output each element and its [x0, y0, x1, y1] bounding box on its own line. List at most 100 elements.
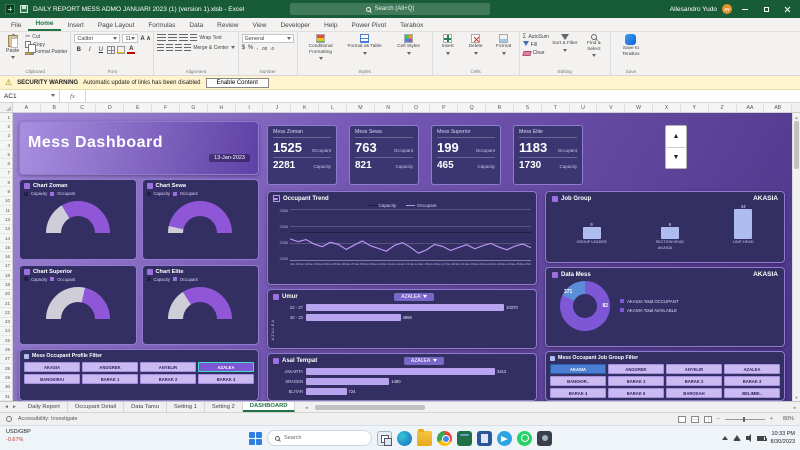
- slicer-item[interactable]: BARAK 2: [666, 376, 722, 386]
- slicer-item[interactable]: BARAK 4: [550, 388, 606, 398]
- column-header[interactable]: Q: [458, 103, 487, 112]
- sheet-nav-left[interactable]: ◄: [4, 404, 9, 410]
- column-header[interactable]: K: [291, 103, 320, 112]
- zoom-out-button[interactable]: −: [717, 416, 720, 422]
- taskbar-clock[interactable]: 10:33 PM 8/30/2023: [771, 430, 795, 447]
- ribbon-tab[interactable]: Insert: [61, 20, 91, 31]
- column-header[interactable]: J: [263, 103, 292, 112]
- column-header[interactable]: F: [152, 103, 180, 112]
- ribbon-search-box[interactable]: Search (Alt+Q): [290, 3, 490, 15]
- column-header[interactable]: S: [514, 103, 542, 112]
- spin-up-button[interactable]: ▲: [666, 126, 686, 148]
- shrink-font-button[interactable]: A: [147, 36, 151, 42]
- slicer-item[interactable]: BARAK 3: [724, 376, 780, 386]
- row-header[interactable]: 17: [0, 262, 12, 272]
- column-header[interactable]: D: [96, 103, 125, 112]
- sheet-nav-right[interactable]: ►: [12, 404, 17, 410]
- ribbon-tab[interactable]: Data: [182, 20, 210, 31]
- slicer-item[interactable]: BARAK 2: [140, 374, 196, 384]
- row-header[interactable]: 2: [0, 122, 12, 132]
- column-header[interactable]: L: [319, 103, 347, 112]
- slicer-item[interactable]: ANGGREK: [82, 362, 138, 372]
- sheet-tab[interactable]: Occupant Detail: [68, 402, 125, 412]
- slicer-item[interactable]: BARAK 1: [82, 374, 138, 384]
- ribbon-tab[interactable]: View: [245, 20, 273, 31]
- fill-button[interactable]: Fill: [522, 41, 549, 49]
- row-header[interactable]: 23: [0, 318, 12, 327]
- column-header[interactable]: W: [625, 103, 654, 112]
- column-header[interactable]: P: [430, 103, 459, 112]
- delete-cells-button[interactable]: Delete: [464, 34, 488, 57]
- column-header[interactable]: O: [403, 103, 431, 112]
- row-header[interactable]: 8: [0, 178, 12, 188]
- column-header[interactable]: T: [542, 103, 570, 112]
- column-header[interactable]: AA: [737, 103, 765, 112]
- ribbon-tab[interactable]: Review: [210, 20, 245, 31]
- ribbon-tab[interactable]: Power Pivot: [344, 20, 393, 31]
- enable-content-button[interactable]: Enable Content: [205, 77, 269, 88]
- normal-view-button[interactable]: [677, 415, 686, 423]
- asal-filter-chip[interactable]: AZALEA: [404, 357, 445, 365]
- vertical-scrollbar[interactable]: ▲ ▼: [792, 113, 800, 401]
- umur-filter-chip[interactable]: AZALEA: [394, 293, 435, 301]
- wifi-icon[interactable]: [732, 435, 741, 441]
- minimize-button[interactable]: [737, 2, 753, 16]
- volume-icon[interactable]: [745, 434, 751, 442]
- ribbon-tab[interactable]: Developer: [273, 20, 317, 31]
- comma-button[interactable]: ,: [256, 45, 258, 51]
- slicer-item[interactable]: BANGKIR..: [550, 376, 606, 386]
- align-bottom-button[interactable]: [179, 34, 189, 41]
- row-header[interactable]: 31: [0, 392, 12, 401]
- camera-icon[interactable]: [537, 430, 552, 446]
- find-select-button[interactable]: Find & Select: [581, 34, 607, 59]
- save-to-terabox-button[interactable]: Save to TeraBox: [614, 34, 648, 57]
- slicer-item[interactable]: BELIMBI..: [724, 388, 780, 398]
- sheet-tab[interactable]: Data Tamu: [124, 402, 167, 412]
- slicer-item[interactable]: BANGKIRAI: [24, 374, 80, 384]
- tray-expand-icon[interactable]: [721, 436, 728, 440]
- battery-icon[interactable]: [756, 435, 767, 441]
- column-header[interactable]: R: [486, 103, 514, 112]
- maximize-button[interactable]: [758, 2, 774, 16]
- word-icon[interactable]: [477, 430, 492, 446]
- spin-down-button[interactable]: ▼: [666, 148, 686, 169]
- column-header[interactable]: AB: [764, 103, 793, 112]
- slicer-item[interactable]: AKASIA: [24, 362, 80, 372]
- align-left-button[interactable]: [157, 44, 165, 51]
- paste-button[interactable]: Paste: [3, 34, 22, 62]
- number-format-select[interactable]: General: [241, 34, 294, 43]
- column-header[interactable]: H: [208, 103, 236, 112]
- sheet-tab[interactable]: Setting 1: [167, 402, 205, 412]
- start-button[interactable]: [248, 431, 262, 445]
- decrease-decimal-button[interactable]: .0: [270, 46, 274, 51]
- formula-input[interactable]: [86, 90, 800, 102]
- ribbon-tab[interactable]: Help: [317, 20, 344, 31]
- row-header[interactable]: 16: [0, 252, 12, 262]
- column-header[interactable]: C: [69, 103, 97, 112]
- file-explorer-icon[interactable]: [417, 428, 432, 446]
- borders-button[interactable]: [107, 46, 116, 54]
- telegram-icon[interactable]: [497, 430, 512, 446]
- currency-button[interactable]: $: [242, 45, 245, 51]
- column-header[interactable]: X: [653, 103, 681, 112]
- taskbar-widget[interactable]: USD/GBP -0.67%: [6, 428, 31, 445]
- column-header[interactable]: G: [180, 103, 208, 112]
- row-header[interactable]: 30: [0, 383, 12, 392]
- accessibility-status[interactable]: Accessibility: Investigate: [18, 416, 78, 422]
- row-header[interactable]: 24: [0, 327, 12, 337]
- row-header[interactable]: 4: [0, 141, 12, 151]
- vertical-scroll-thumb[interactable]: [794, 121, 799, 169]
- row-header[interactable]: 7: [0, 169, 12, 179]
- sheet-tab[interactable]: DASHBOARD: [242, 402, 296, 412]
- row-header[interactable]: 12: [0, 215, 12, 225]
- row-header[interactable]: 29: [0, 373, 12, 383]
- row-header[interactable]: 25: [0, 336, 12, 346]
- format-as-table-button[interactable]: Format as Table: [345, 34, 385, 62]
- font-family-select[interactable]: Calibri: [74, 34, 121, 43]
- scroll-right-arrow[interactable]: ►: [790, 405, 800, 410]
- row-header[interactable]: 1: [0, 113, 12, 123]
- column-header[interactable]: N: [375, 103, 403, 112]
- slicer-item[interactable]: AZALEA: [724, 364, 780, 374]
- grow-font-button[interactable]: A: [140, 36, 144, 42]
- format-cells-button[interactable]: Format: [492, 34, 516, 57]
